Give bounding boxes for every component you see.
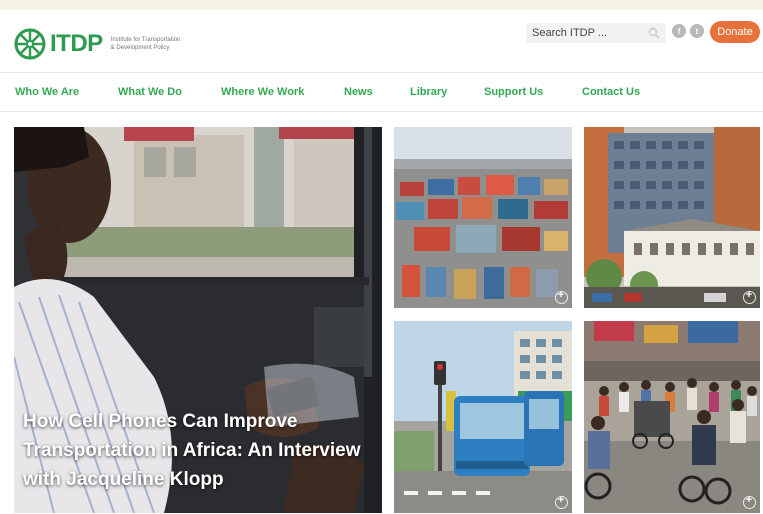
photo-tile-street[interactable] — [584, 321, 760, 513]
donate-button[interactable]: Donate — [710, 21, 760, 43]
search-icon[interactable] — [648, 27, 660, 39]
photo-tile-buildings[interactable] — [584, 127, 760, 308]
expand-icon[interactable] — [555, 289, 568, 304]
search-input[interactable]: Search ITDP ... — [526, 23, 666, 43]
header: ITDP Institute for Transportation & Deve… — [0, 10, 763, 72]
nav-news[interactable]: News — [344, 86, 373, 98]
hero-title[interactable]: How Cell Phones Can Improve Transportati… — [23, 407, 373, 494]
buses-photo — [394, 321, 572, 513]
expand-icon[interactable] — [555, 494, 568, 509]
port-photo — [394, 127, 572, 308]
logo-text: ITDP — [50, 30, 103, 57]
nav-who-we-are[interactable]: Who We Are — [15, 86, 79, 98]
itdp-logo[interactable]: ITDP Institute for Transportation & Deve… — [14, 26, 204, 62]
main-nav: Who We Are What We Do Where We Work News… — [0, 72, 763, 112]
photo-tile-port[interactable] — [394, 127, 572, 308]
nav-where-we-work[interactable]: Where We Work — [221, 86, 304, 98]
hero-feature[interactable]: How Cell Phones Can Improve Transportati… — [14, 127, 382, 513]
expand-icon[interactable] — [743, 494, 756, 509]
expand-icon[interactable] — [743, 289, 756, 304]
nav-what-we-do[interactable]: What We Do — [118, 86, 182, 98]
logo-mark-icon — [14, 28, 46, 60]
buildings-photo — [584, 127, 760, 308]
nav-library[interactable]: Library — [410, 86, 447, 98]
street-photo — [584, 321, 760, 513]
nav-contact-us[interactable]: Contact Us — [582, 86, 640, 98]
search-placeholder: Search ITDP ... — [532, 27, 607, 39]
page: ITDP Institute for Transportation & Deve… — [0, 10, 763, 514]
logo-subtitle: Institute for Transportation & Developme… — [110, 37, 181, 51]
photo-tile-buses[interactable] — [394, 321, 572, 513]
twitter-icon[interactable]: t — [690, 24, 704, 38]
facebook-icon[interactable]: f — [672, 24, 686, 38]
nav-support-us[interactable]: Support Us — [484, 86, 543, 98]
